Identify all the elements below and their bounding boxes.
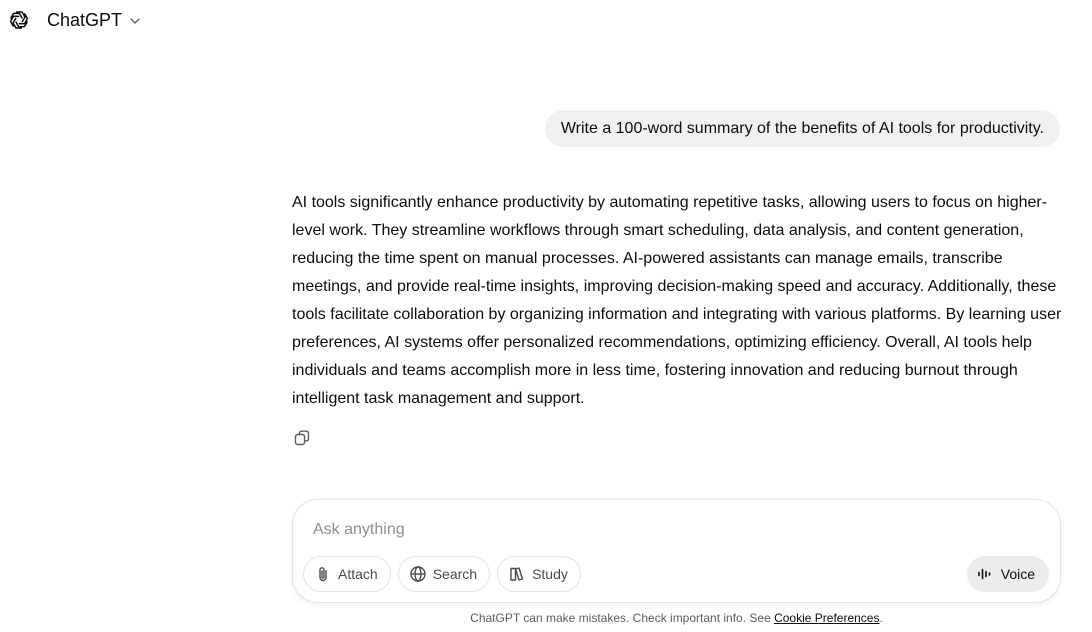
globe-icon (410, 566, 426, 582)
paperclip-icon (319, 567, 327, 582)
attach-button[interactable]: Attach (303, 556, 391, 592)
user-message-bubble: Write a 100-word summary of the benefits… (544, 110, 1060, 147)
copy-icon (294, 430, 310, 446)
model-name: ChatGPT (47, 9, 123, 30)
book-icon (510, 567, 524, 581)
voice-button[interactable]: Voice (966, 556, 1049, 592)
waveform-icon (977, 568, 991, 580)
disclaimer-suffix: . (879, 611, 883, 625)
search-button[interactable]: Search (397, 556, 491, 592)
top-bar: ChatGPT (0, 0, 1092, 40)
disclaimer: ChatGPT can make mistakes. Check importa… (292, 611, 1061, 625)
openai-logo-icon[interactable] (7, 8, 31, 32)
cookie-preferences-link[interactable]: Cookie Preferences (774, 611, 879, 625)
search-label: Search (432, 566, 478, 582)
prompt-input[interactable] (313, 518, 1013, 542)
composer-tools: Attach Search Study (303, 556, 581, 592)
assistant-message: AI tools significantly enhance productiv… (292, 194, 1062, 407)
copy-button[interactable] (287, 424, 317, 452)
attach-label: Attach (338, 566, 378, 582)
user-message-text: Write a 100-word summary of the benefits… (560, 119, 1044, 137)
chevron-down-icon (130, 18, 140, 24)
chat-page: ChatGPT Write a 100-word summary of the … (0, 0, 1092, 632)
model-selector[interactable]: ChatGPT (40, 4, 149, 36)
study-button[interactable]: Study (497, 556, 581, 592)
study-label: Study (532, 566, 568, 582)
voice-label: Voice (1000, 566, 1035, 582)
disclaimer-text: ChatGPT can make mistakes. Check importa… (470, 611, 775, 625)
composer: Attach Search Study (292, 499, 1061, 603)
